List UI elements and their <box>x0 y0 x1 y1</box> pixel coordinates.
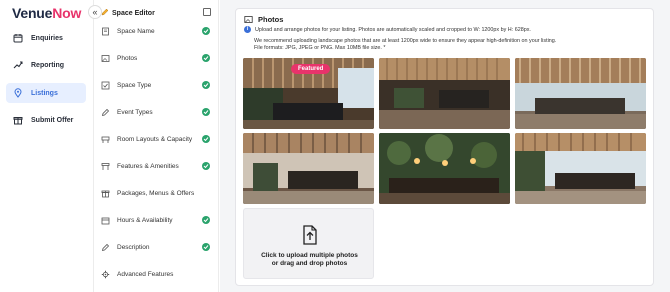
nav-item-enquiries[interactable]: Enquiries <box>6 28 86 48</box>
check-done-icon <box>202 108 210 116</box>
amenities-icon <box>101 162 110 171</box>
photos-info: i Upload and arrange photos for your lis… <box>244 26 644 33</box>
editor-item-description[interactable]: Description <box>101 241 213 253</box>
editor-item-event-types[interactable]: Event Types <box>101 106 213 118</box>
calendar-icon <box>12 32 24 44</box>
pencil-emoji-icon <box>101 8 109 18</box>
check-done-icon <box>202 162 210 170</box>
nav-item-listings[interactable]: Listings <box>6 83 86 103</box>
check-done-icon <box>202 27 210 35</box>
logo-part-2: Now <box>52 5 82 21</box>
editor-item-photos[interactable]: Photos <box>101 52 213 64</box>
editor-item-hours[interactable]: Hours & Availability <box>101 214 213 226</box>
upload-file-icon <box>302 225 318 250</box>
check-done-icon <box>202 243 210 251</box>
layout-icon <box>101 135 110 144</box>
space-editor-panel: Space Editor Space Name Photos Space Typ… <box>95 0 219 292</box>
trend-line-icon <box>12 59 24 71</box>
location-pin-icon <box>12 87 24 99</box>
check-done-icon <box>202 81 210 89</box>
venue-photo-6[interactable] <box>515 133 646 204</box>
editor-item-advanced-features[interactable]: Advanced Features <box>101 268 213 280</box>
main-sidebar: VenueNow Enquiries Reporting Listings Su… <box>0 0 94 292</box>
venue-photo-1[interactable]: Featured <box>243 58 374 129</box>
editor-item-space-type[interactable]: Space Type <box>101 79 213 91</box>
venue-photo-3[interactable] <box>515 58 646 129</box>
nav-item-reporting[interactable]: Reporting <box>6 55 86 75</box>
photos-recommendation: We recommend uploading landscape photos … <box>254 38 557 51</box>
venue-photo-5[interactable] <box>379 133 510 204</box>
main-content: Photos i Upload and arrange photos for y… <box>220 0 670 292</box>
venue-photo-4[interactable] <box>243 133 374 204</box>
editor-item-packages[interactable]: Packages, Menus & Offers <box>101 187 213 199</box>
space-editor-checkbox[interactable] <box>203 8 211 16</box>
collapse-sidebar-button[interactable]: « <box>88 5 102 19</box>
pencil-icon <box>101 108 110 117</box>
editor-item-features-amenities[interactable]: Features & Amenities <box>101 160 213 172</box>
editor-item-space-name[interactable]: Space Name <box>101 25 213 37</box>
checkbox-icon <box>101 81 110 90</box>
nav-item-label: Enquiries <box>31 34 63 42</box>
venuenow-logo[interactable]: VenueNow <box>12 5 81 21</box>
editor-item-room-layouts[interactable]: Room Layouts & Capacity <box>101 133 213 145</box>
featured-badge: Featured <box>291 64 331 74</box>
photos-card: Photos i Upload and arrange photos for y… <box>235 8 654 286</box>
check-done-icon <box>202 54 210 62</box>
info-icon: i <box>244 26 251 33</box>
upload-photos-dropzone[interactable]: Click to upload multiple photos or drag … <box>243 208 374 279</box>
calendar-icon <box>101 216 110 225</box>
check-done-icon <box>202 135 210 143</box>
photos-title: Photos <box>244 14 283 24</box>
venue-photo-2[interactable] <box>379 58 510 129</box>
space-editor-title: Space Editor <box>101 8 155 18</box>
nav-item-label: Submit Offer <box>31 116 74 124</box>
document-icon <box>101 27 110 36</box>
edit-icon <box>101 243 110 252</box>
image-icon <box>101 54 110 63</box>
logo-part-1: Venue <box>12 5 53 21</box>
nav-item-label: Listings <box>31 89 58 97</box>
check-done-icon <box>202 216 210 224</box>
nav-item-submit-offer[interactable]: Submit Offer <box>6 110 86 130</box>
gear-icon <box>101 270 110 279</box>
image-icon <box>244 14 254 24</box>
gift-icon <box>101 189 110 198</box>
upload-instructions: Click to upload multiple photos or drag … <box>261 252 358 267</box>
gift-icon <box>12 114 24 126</box>
nav-item-label: Reporting <box>31 61 65 69</box>
